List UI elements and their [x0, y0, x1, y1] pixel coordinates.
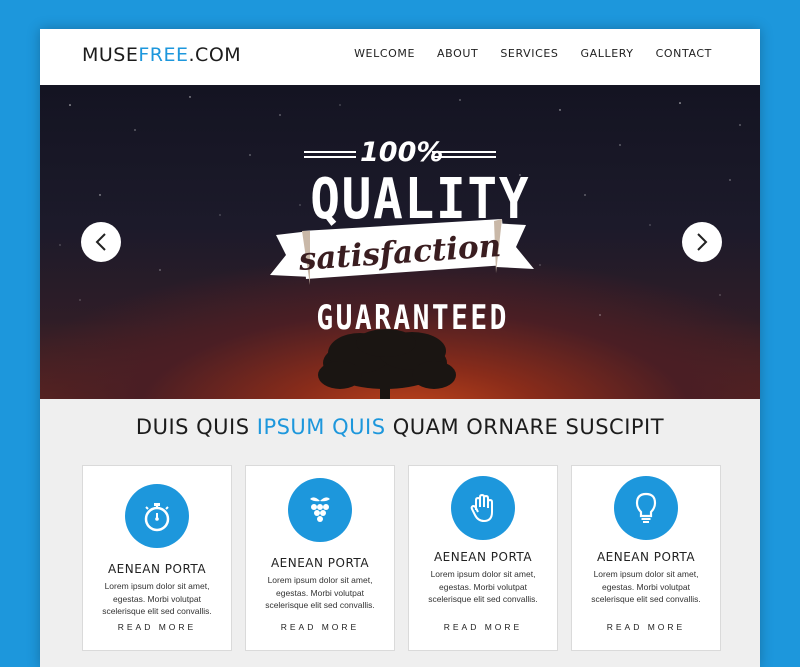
feature-icon-circle	[125, 484, 189, 548]
nav-gallery[interactable]: GALLERY	[581, 47, 634, 60]
site-header: MUSEFREE.COM WELCOME ABOUT SERVICES GALL…	[40, 29, 760, 85]
read-more-link[interactable]: READ MORE	[572, 622, 720, 632]
read-more-link[interactable]: READ MORE	[83, 622, 231, 632]
stopwatch-icon	[144, 503, 170, 532]
section-title-end: QUAM ORNARE SUSCIPIT	[385, 415, 665, 439]
feature-card-title: AENEAN PORTA	[270, 556, 370, 570]
lightbulb-icon	[635, 492, 657, 523]
feature-card: AENEAN PORTA Lorem ipsum dolor sit amet,…	[82, 465, 232, 651]
feature-icon-circle	[288, 478, 352, 542]
nav-contact[interactable]: CONTACT	[656, 47, 712, 60]
hero-quality: QUALITY	[310, 167, 531, 232]
feature-card: AENEAN PORTA Lorem ipsum dolor sit amet,…	[571, 465, 721, 651]
chevron-left-icon	[95, 233, 106, 251]
read-more-link[interactable]: READ MORE	[409, 622, 557, 632]
feature-card: AENEAN PORTA Lorem ipsum dolor sit amet,…	[245, 465, 395, 651]
feature-card-title: AENEAN PORTA	[107, 562, 207, 576]
nav-welcome[interactable]: WELCOME	[354, 47, 415, 60]
feature-card-text: Lorem ipsum dolor sit amet, egestas. Mor…	[265, 575, 375, 610]
feature-card-text: Lorem ipsum dolor sit amet, egestas. Mor…	[102, 581, 212, 616]
site-frame: MUSEFREE.COM WELCOME ABOUT SERVICES GALL…	[40, 29, 760, 667]
section-title-accent: IPSUM QUIS	[256, 415, 386, 439]
slider-prev-button[interactable]	[81, 222, 121, 262]
hero-percent: 100%	[360, 137, 444, 168]
logo-main: MUSE	[82, 44, 139, 66]
section-title: DUIS QUIS IPSUM QUIS QUAM ORNARE SUSCIPI…	[40, 415, 760, 439]
feature-card-text: Lorem ipsum dolor sit amet, egestas. Mor…	[591, 569, 701, 604]
hero-guaranteed: GUARANTEED	[316, 298, 509, 338]
hero-slider: 100% QUALITY satisfaction GUARANTEED	[40, 85, 760, 399]
section-title-start: DUIS QUIS	[135, 415, 257, 439]
read-more-link[interactable]: READ MORE	[246, 622, 394, 632]
feature-icon-circle	[451, 476, 515, 540]
hand-icon	[470, 494, 493, 522]
main-nav: WELCOME ABOUT SERVICES GALLERY CONTACT	[354, 47, 712, 60]
logo-suffix: .COM	[188, 44, 242, 66]
grapes-icon	[310, 497, 330, 522]
site-logo[interactable]: MUSEFREE.COM	[82, 44, 241, 66]
feature-card-title: AENEAN PORTA	[433, 550, 533, 564]
nav-services[interactable]: SERVICES	[500, 47, 558, 60]
chevron-right-icon	[697, 233, 708, 251]
nav-about[interactable]: ABOUT	[437, 47, 478, 60]
feature-card-text: Lorem ipsum dolor sit amet, egestas. Mor…	[428, 569, 538, 604]
feature-card: AENEAN PORTA Lorem ipsum dolor sit amet,…	[408, 465, 558, 651]
logo-accent: FREE	[138, 44, 189, 66]
feature-card-title: AENEAN PORTA	[596, 550, 696, 564]
feature-icon-circle	[614, 476, 678, 540]
slider-next-button[interactable]	[682, 222, 722, 262]
